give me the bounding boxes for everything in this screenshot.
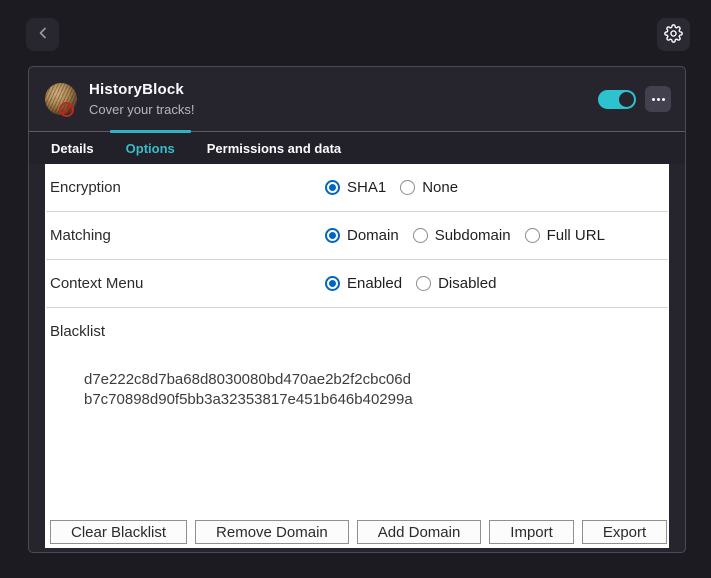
radio-domain[interactable]: Domain bbox=[325, 227, 399, 244]
blacklist-list[interactable]: d7e222c8d7ba68d8030080bd470ae2b2f2cbc06d… bbox=[84, 370, 664, 410]
context-menu-label: Context Menu bbox=[50, 275, 144, 292]
extension-detail-card: HistoryBlock Cover your tracks! Details … bbox=[28, 66, 686, 553]
detail-tabbar: Details Options Permissions and data bbox=[29, 130, 685, 164]
option-row-matching: Matching Domain Subdomain Full URL bbox=[46, 212, 668, 260]
blacklist-entry[interactable]: b7c70898d90f5bb3a32353817e451b646b40299a bbox=[84, 390, 664, 410]
radio-button-icon[interactable] bbox=[325, 180, 340, 195]
radio-button-icon[interactable] bbox=[524, 228, 540, 243]
extension-name: HistoryBlock bbox=[89, 81, 184, 98]
radio-button-icon[interactable] bbox=[416, 276, 432, 291]
enable-toggle[interactable] bbox=[598, 89, 636, 109]
encryption-radio-group: SHA1 None bbox=[325, 179, 458, 196]
add-domain-button[interactable]: Add Domain bbox=[356, 520, 482, 544]
radio-button-icon[interactable] bbox=[412, 228, 428, 243]
radio-disabled[interactable]: Disabled bbox=[416, 275, 496, 292]
back-button[interactable] bbox=[26, 18, 59, 51]
options-panel: Encryption SHA1 None Matching Domain Sub… bbox=[45, 164, 669, 548]
extension-tagline: Cover your tracks! bbox=[89, 102, 195, 117]
blacklist-section: Blacklist d7e222c8d7ba68d8030080bd470ae2… bbox=[45, 308, 669, 548]
matching-label: Matching bbox=[50, 227, 111, 244]
header-actions bbox=[598, 86, 671, 112]
radio-enabled[interactable]: Enabled bbox=[325, 275, 402, 292]
addons-manager-page: HistoryBlock Cover your tracks! Details … bbox=[0, 0, 711, 578]
tab-options[interactable]: Options bbox=[109, 130, 191, 164]
radio-none[interactable]: None bbox=[400, 179, 458, 196]
import-button[interactable]: Import bbox=[489, 520, 574, 544]
settings-button[interactable] bbox=[657, 18, 690, 51]
radio-button-icon[interactable] bbox=[400, 180, 416, 195]
extension-icon bbox=[45, 83, 77, 117]
matching-radio-group: Domain Subdomain Full URL bbox=[325, 227, 605, 244]
gear-icon bbox=[664, 23, 683, 46]
option-row-context-menu: Context Menu Enabled Disabled bbox=[46, 260, 668, 308]
chevron-left-icon bbox=[36, 26, 50, 43]
blacklist-label: Blacklist bbox=[50, 323, 106, 340]
ellipsis-icon bbox=[651, 97, 655, 101]
extension-header: HistoryBlock Cover your tracks! bbox=[29, 67, 685, 131]
radio-sha1[interactable]: SHA1 bbox=[325, 179, 386, 196]
radio-button-icon[interactable] bbox=[325, 276, 340, 291]
radio-full-url[interactable]: Full URL bbox=[524, 227, 605, 244]
context-menu-radio-group: Enabled Disabled bbox=[325, 275, 496, 292]
remove-domain-button[interactable]: Remove Domain bbox=[195, 520, 349, 544]
clear-blacklist-button[interactable]: Clear Blacklist bbox=[50, 520, 188, 544]
blacklist-entry[interactable]: d7e222c8d7ba68d8030080bd470ae2b2f2cbc06d bbox=[84, 370, 664, 390]
radio-subdomain[interactable]: Subdomain bbox=[412, 227, 511, 244]
radio-button-icon[interactable] bbox=[325, 228, 340, 243]
more-options-button[interactable] bbox=[645, 86, 671, 112]
export-button[interactable]: Export bbox=[581, 520, 668, 544]
encryption-label: Encryption bbox=[50, 179, 121, 196]
tab-permissions[interactable]: Permissions and data bbox=[191, 132, 357, 164]
blacklist-actions: Clear Blacklist Remove Domain Add Domain… bbox=[50, 520, 668, 544]
option-row-encryption: Encryption SHA1 None bbox=[46, 164, 668, 212]
extension-title-block: HistoryBlock Cover your tracks! bbox=[89, 81, 194, 117]
prohibition-badge-icon bbox=[59, 102, 74, 117]
tab-details[interactable]: Details bbox=[35, 132, 110, 164]
toggle-knob bbox=[619, 91, 634, 107]
